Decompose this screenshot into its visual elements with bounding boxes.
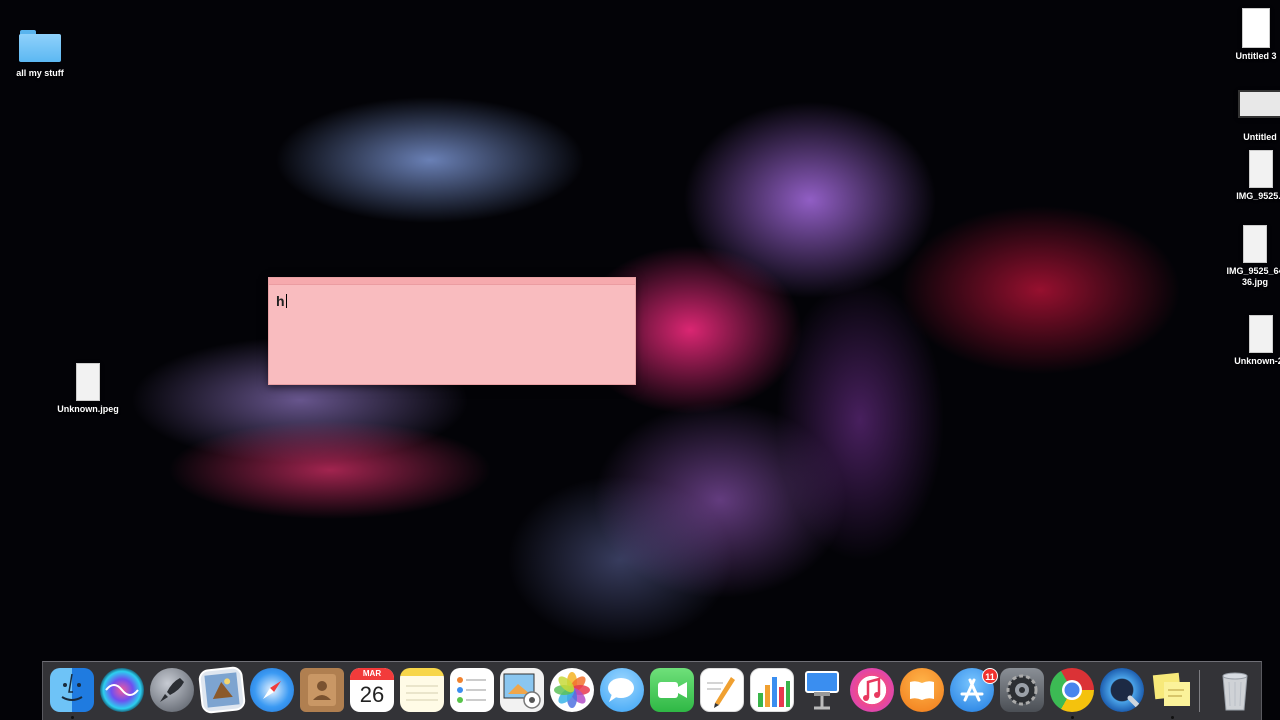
keynote-icon bbox=[805, 671, 839, 710]
pages-icon bbox=[707, 677, 735, 708]
desktop-icon-label: all my stuff bbox=[16, 68, 64, 78]
desktop-file-unknown-jpeg[interactable]: Unknown.jpeg bbox=[50, 363, 126, 415]
dock-notes[interactable] bbox=[400, 668, 444, 712]
running-indicator bbox=[1071, 716, 1074, 719]
preview-icon bbox=[204, 672, 240, 708]
desktop-icon-label: Unknown-2.j bbox=[1234, 356, 1280, 366]
ibooks-icon bbox=[910, 681, 934, 700]
image-file-icon bbox=[1249, 315, 1273, 353]
image-file-icon bbox=[1249, 150, 1273, 188]
photos-icon bbox=[554, 672, 590, 708]
calendar-month: MAR bbox=[350, 668, 394, 680]
dock-reminders[interactable] bbox=[450, 668, 494, 712]
messages-icon bbox=[608, 678, 634, 702]
desktop-icon-label-line2: 36.jpg bbox=[1241, 277, 1268, 287]
dock-photo-booth[interactable] bbox=[500, 668, 544, 712]
desktop: all my stuff Unknown.jpeg Untitled 3 Unt… bbox=[0, 0, 1280, 720]
dock-preview[interactable] bbox=[197, 665, 247, 715]
desktop-file-untitled[interactable]: Untitled bbox=[1230, 90, 1280, 143]
desktop-file-img-9525-64[interactable]: IMG_9525_64 36.jpg bbox=[1220, 225, 1280, 288]
dock-photos[interactable] bbox=[550, 668, 594, 712]
reminders-icon bbox=[457, 677, 486, 703]
desktop-icon-label: IMG_9525.J bbox=[1236, 191, 1280, 201]
desktop-icon-label: Unknown.jpeg bbox=[57, 404, 119, 414]
numbers-icon bbox=[758, 677, 790, 707]
dock-stickies[interactable] bbox=[1150, 668, 1194, 712]
launchpad-icon bbox=[160, 678, 184, 702]
dock-quicktime[interactable] bbox=[1100, 668, 1144, 712]
app-store-badge: 11 bbox=[982, 668, 998, 684]
dock-launchpad[interactable] bbox=[150, 668, 194, 712]
desktop-icon-label: Untitled 3 bbox=[1235, 51, 1277, 61]
system-preferences-icon bbox=[1006, 674, 1038, 706]
dock-finder[interactable] bbox=[50, 668, 94, 712]
dock-calendar[interactable]: MAR 26 bbox=[350, 668, 394, 712]
running-indicator bbox=[71, 716, 74, 719]
dock-system-preferences[interactable] bbox=[1000, 668, 1044, 712]
itunes-icon bbox=[863, 677, 881, 701]
calendar-day: 26 bbox=[359, 682, 385, 707]
dock-safari[interactable] bbox=[250, 668, 294, 712]
sticky-note-text: h bbox=[276, 293, 285, 309]
desktop-file-untitled-3[interactable]: Untitled 3 bbox=[1226, 8, 1280, 62]
dock-app-store[interactable]: 11 bbox=[950, 668, 998, 712]
finder-icon bbox=[61, 673, 83, 701]
dock-chrome[interactable] bbox=[1050, 668, 1094, 712]
dock-siri[interactable] bbox=[100, 668, 144, 712]
dock-separator bbox=[1199, 670, 1200, 712]
dock-itunes[interactable] bbox=[850, 668, 894, 712]
notes-icon bbox=[406, 685, 438, 701]
folder-icon bbox=[19, 30, 61, 62]
dock-ibooks[interactable] bbox=[900, 668, 944, 712]
calendar-icon: MAR 26 bbox=[350, 668, 394, 712]
dock-numbers[interactable] bbox=[750, 668, 794, 712]
quicktime-icon bbox=[1127, 695, 1141, 709]
safari-icon bbox=[263, 681, 281, 699]
screenshot-file-icon bbox=[1238, 90, 1280, 118]
dock-facetime[interactable] bbox=[650, 668, 694, 712]
dock-keynote[interactable] bbox=[800, 668, 844, 712]
dock-messages[interactable] bbox=[600, 668, 644, 712]
siri-icon bbox=[105, 684, 139, 696]
image-file-icon bbox=[1243, 225, 1267, 263]
desktop-folder-all-my-stuff[interactable]: all my stuff bbox=[10, 30, 70, 79]
document-file-icon bbox=[1242, 8, 1270, 48]
facetime-icon bbox=[658, 682, 687, 698]
desktop-icon-label: IMG_9525_64 bbox=[1226, 266, 1280, 276]
dock-contacts[interactable] bbox=[300, 668, 344, 712]
image-file-icon bbox=[76, 363, 100, 401]
trash-icon bbox=[1222, 672, 1248, 711]
desktop-file-unknown-2[interactable]: Unknown-2.j bbox=[1226, 315, 1280, 367]
desktop-icon-label: Untitled bbox=[1243, 132, 1277, 142]
chrome-icon bbox=[1062, 680, 1082, 700]
dock-pages[interactable] bbox=[700, 668, 744, 712]
photo-booth-icon bbox=[503, 673, 541, 709]
text-cursor bbox=[285, 294, 287, 308]
running-indicator bbox=[1171, 716, 1174, 719]
sticky-note-titlebar[interactable] bbox=[269, 278, 635, 285]
dock-trash[interactable] bbox=[1213, 668, 1257, 712]
stickies-icon bbox=[1152, 672, 1190, 706]
sticky-note-window[interactable]: h bbox=[268, 277, 636, 385]
contacts-icon bbox=[308, 674, 336, 706]
dock: MAR 26 11 bbox=[42, 661, 1262, 720]
desktop-file-img-9525[interactable]: IMG_9525.J bbox=[1226, 150, 1280, 202]
sticky-note-text-area[interactable]: h bbox=[269, 285, 635, 309]
